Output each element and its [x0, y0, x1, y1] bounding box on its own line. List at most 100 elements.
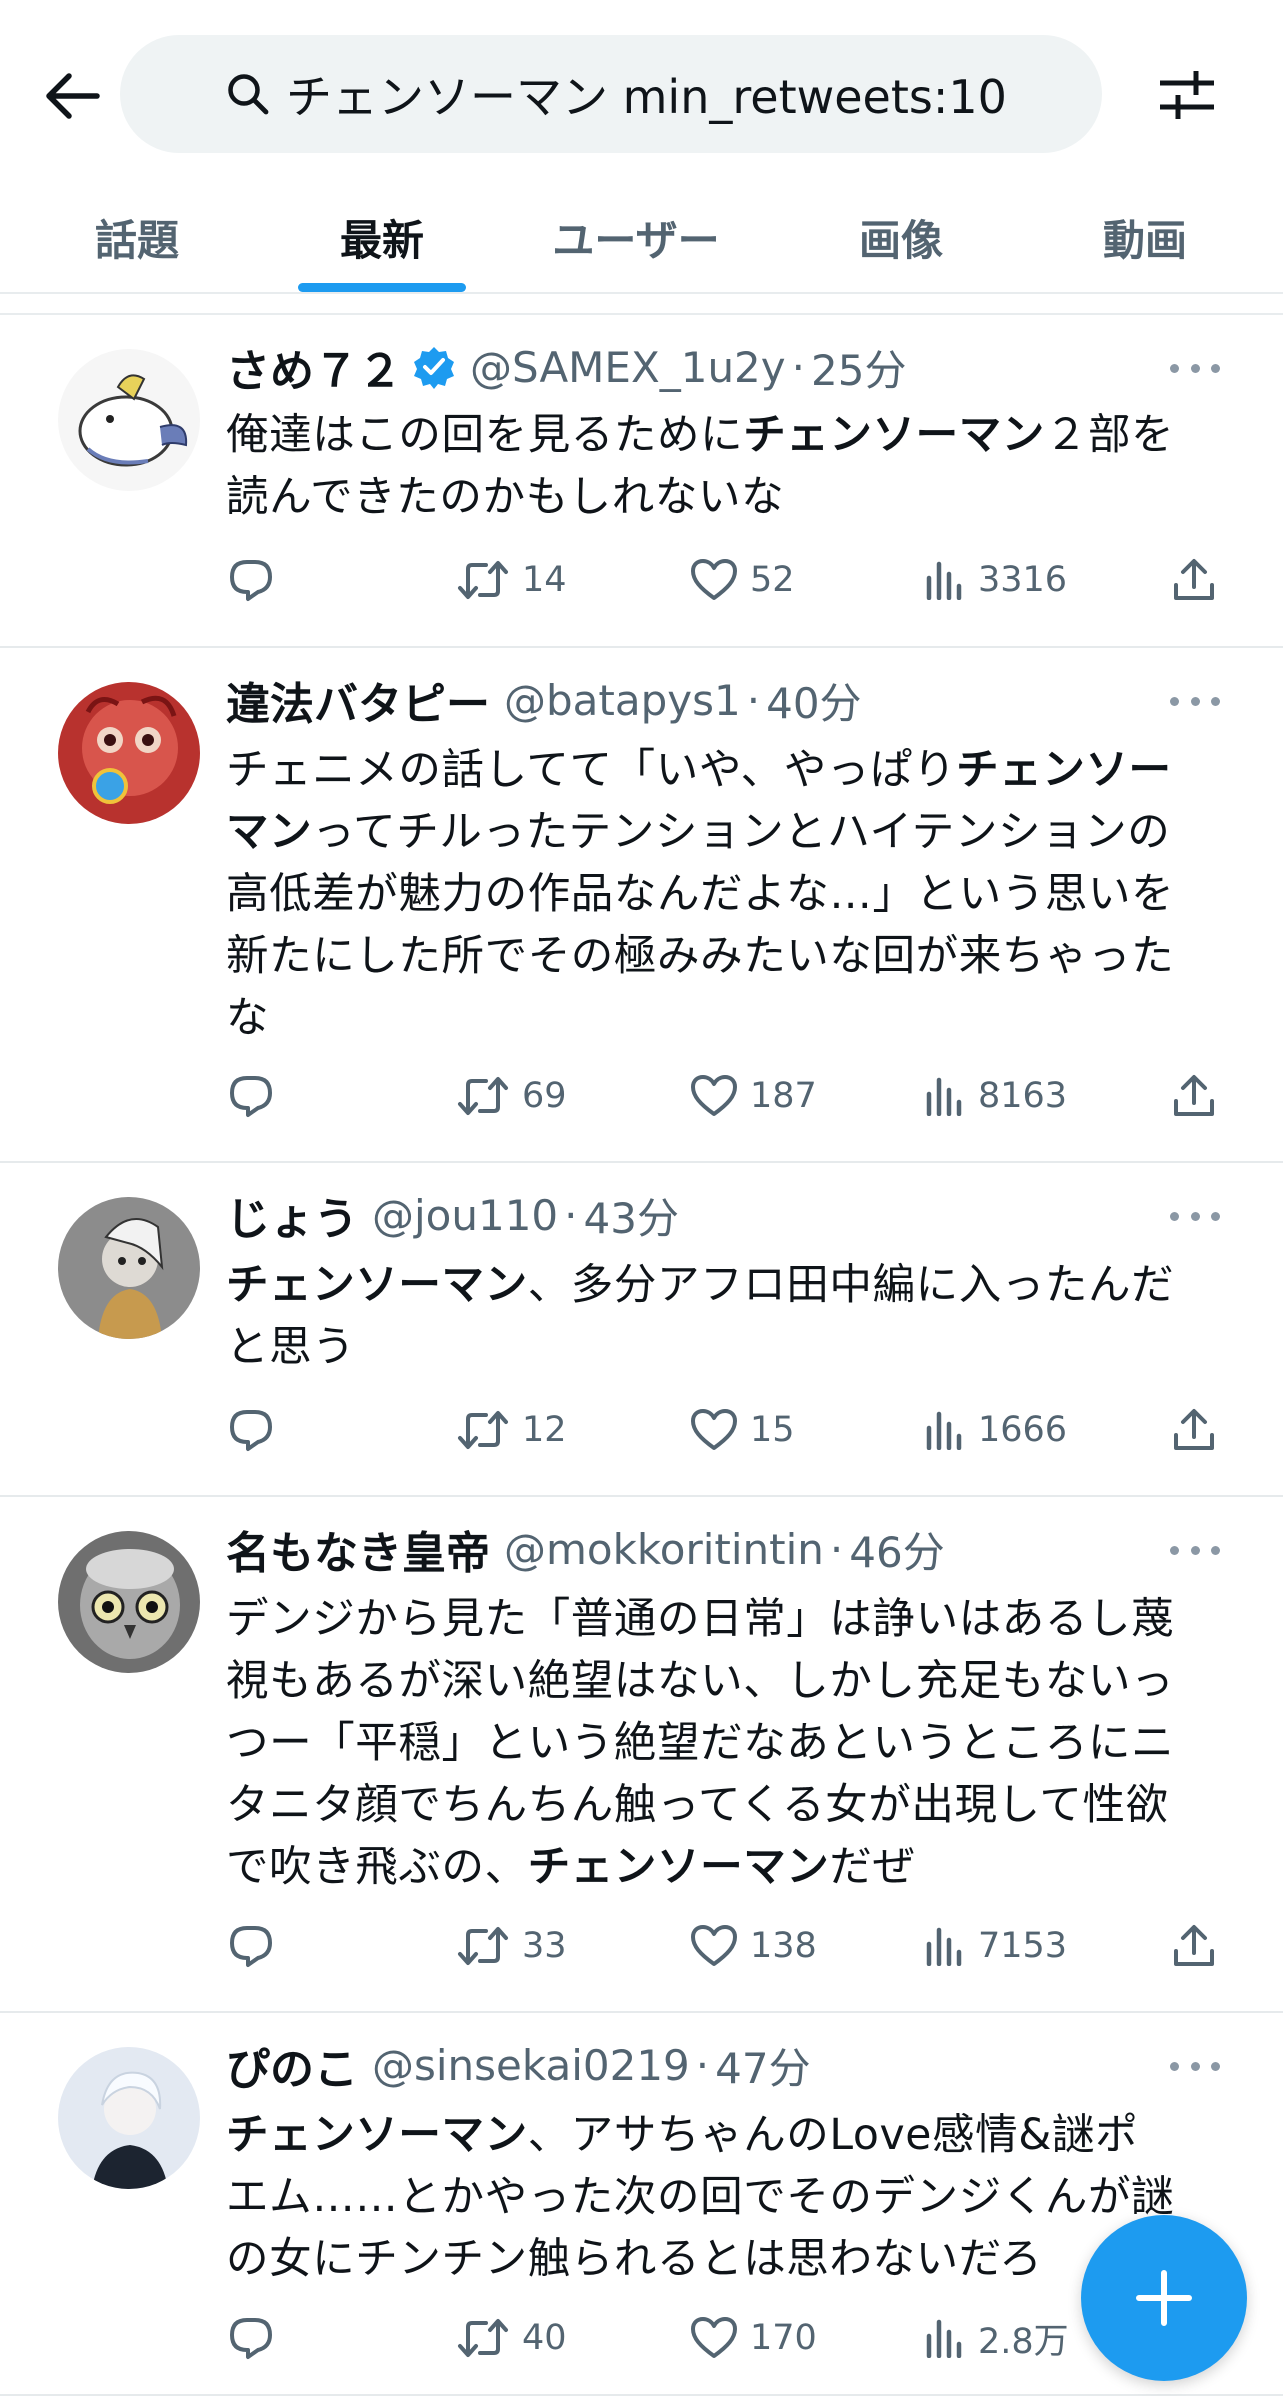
- views-button[interactable]: 7153: [924, 1916, 1067, 1976]
- avatar[interactable]: [58, 1531, 200, 1673]
- reply-button[interactable]: [228, 1400, 274, 1460]
- views-button[interactable]: 8163: [924, 1066, 1067, 1126]
- search-input[interactable]: チェンソーマン min_retweets:10: [286, 61, 1007, 127]
- retweet-button[interactable]: 33: [456, 1916, 567, 1976]
- highlighted-keyword: チェンソーマン: [226, 2111, 528, 2160]
- user-handle[interactable]: @sinsekai0219: [372, 2041, 690, 2090]
- retweet-button[interactable]: 12: [456, 1400, 567, 1460]
- tweet[interactable]: じょう @jou110 · 43分 チェンソーマン、多分アフロ田中編に入ったんだ と思う 1…: [0, 1163, 1283, 1497]
- retweet-button[interactable]: 14: [456, 550, 567, 610]
- views-count: 8163: [978, 1076, 1068, 1116]
- retweet-button[interactable]: 40: [456, 2308, 567, 2368]
- avatar[interactable]: [58, 682, 200, 824]
- tweet[interactable]: ぴのこ @sinsekai0219 · 47分 チェンソーマン、アサちゃんのLove感情…: [0, 2013, 1283, 2396]
- views-button[interactable]: 2.8万: [924, 2308, 1069, 2368]
- views-button[interactable]: 3316: [924, 550, 1067, 610]
- display-name[interactable]: さめ７２: [226, 335, 402, 399]
- tweet-text-line: 新たにした所でその極みみたいな回が来ちゃった: [226, 926, 1226, 988]
- text-segment: チェニメの話してて「いや、やっぱり: [226, 746, 957, 795]
- display-name[interactable]: 名もなき皇帝: [226, 1517, 490, 1581]
- timestamp[interactable]: 47分: [715, 2035, 810, 2096]
- views-count: 7153: [978, 1926, 1068, 1966]
- separator-dot: ·: [791, 342, 805, 392]
- search-header: チェンソーマン min_retweets:10 話題 最新 ユーザー 画像 動画: [0, 0, 1283, 294]
- tweet[interactable]: さめ７２ @SAMEX_1u2y · 25分 俺達はこの回を見るためにチェンソーマン２部…: [0, 315, 1283, 648]
- text-segment: 読んできたのかもしれないな: [226, 473, 785, 522]
- tweet-text-line: 視もあるが深い絶望はない、しかし充足もないっ: [226, 1651, 1226, 1713]
- like-button[interactable]: 15: [690, 1400, 795, 1460]
- tweet-text-line: で吹き飛ぶの、チェンソーマンだぜ: [226, 1837, 1226, 1899]
- tweet-header: さめ７２ @SAMEX_1u2y · 25分: [226, 337, 906, 398]
- search-filter-button[interactable]: [1152, 62, 1222, 128]
- more-dot: [1211, 1211, 1220, 1221]
- plus-icon: [1136, 2270, 1192, 2326]
- views-bar-icon: [926, 1927, 962, 1966]
- search-bar[interactable]: チェンソーマン min_retweets:10: [120, 35, 1102, 153]
- share-icon: [1174, 1409, 1214, 1450]
- more-options-button[interactable]: [1170, 1535, 1220, 1565]
- more-options-button[interactable]: [1170, 686, 1220, 716]
- avatar[interactable]: [58, 349, 200, 491]
- tweet-header: 違法バタピー @batapys1 · 40分: [226, 670, 862, 731]
- tab-photos[interactable]: 画像: [816, 182, 986, 292]
- heart-icon: [691, 1925, 737, 1966]
- timestamp[interactable]: 25分: [811, 337, 906, 398]
- like-button[interactable]: 187: [690, 1066, 817, 1126]
- text-segment: 、多分アフロ田中編に入ったんだ: [527, 1261, 1175, 1310]
- share-button[interactable]: [1172, 550, 1216, 610]
- share-button[interactable]: [1172, 1916, 1216, 1976]
- display-name[interactable]: じょう: [226, 1183, 358, 1247]
- timestamp[interactable]: 46分: [849, 1519, 944, 1580]
- timestamp[interactable]: 40分: [766, 670, 861, 731]
- more-options-button[interactable]: [1170, 353, 1220, 383]
- reply-button[interactable]: [228, 1066, 274, 1126]
- more-options-button[interactable]: [1170, 2051, 1220, 2081]
- text-segment: と思う: [226, 1323, 356, 1372]
- like-button[interactable]: 138: [690, 1916, 817, 1976]
- tab-people[interactable]: ユーザー: [536, 182, 736, 292]
- text-segment: の女にチンチン触られるとは思わないだろ: [226, 2235, 1043, 2284]
- more-dot: [1170, 2061, 1179, 2071]
- tweet-text-line: の女にチンチン触られるとは思わないだろ: [226, 2229, 1226, 2291]
- share-button[interactable]: [1172, 1066, 1216, 1126]
- retweet-button[interactable]: 69: [456, 1066, 567, 1126]
- tab-latest[interactable]: 最新: [298, 182, 466, 292]
- like-button[interactable]: 52: [690, 550, 795, 610]
- text-segment: 新たにした所でその極みみたいな回が来ちゃった: [226, 932, 1175, 981]
- reply-button[interactable]: [228, 550, 274, 610]
- back-button[interactable]: [38, 62, 106, 130]
- tweet-header: ぴのこ @sinsekai0219 · 47分: [226, 2035, 811, 2096]
- share-icon: [1174, 1075, 1214, 1116]
- views-bar-icon: [926, 1077, 962, 1116]
- more-options-button[interactable]: [1170, 1201, 1220, 1231]
- reply-icon: [230, 560, 272, 601]
- views-button[interactable]: 1666: [924, 1400, 1067, 1460]
- views-bar-icon: [926, 561, 962, 600]
- tweet[interactable]: 違法バタピー @batapys1 · 40分 チェニメの話してて「いや、やっぱりチェンソ…: [0, 648, 1283, 1163]
- timestamp[interactable]: 43分: [584, 1185, 679, 1246]
- more-dot: [1190, 2061, 1200, 2071]
- more-dot: [1190, 1545, 1200, 1555]
- retweets-count: 69: [522, 1076, 567, 1116]
- reply-button[interactable]: [228, 1916, 274, 1976]
- tab-top[interactable]: 話題: [52, 182, 222, 292]
- user-handle[interactable]: @SAMEX_1u2y: [470, 343, 786, 392]
- display-name[interactable]: 違法バタピー: [226, 668, 490, 732]
- share-button[interactable]: [1172, 1400, 1216, 1460]
- user-handle[interactable]: @batapys1: [504, 676, 741, 725]
- tab-videos[interactable]: 動画: [1060, 182, 1230, 292]
- user-handle[interactable]: @jou110: [372, 1191, 558, 1240]
- views-bar-icon: [926, 2319, 962, 2358]
- search-tabs: 話題 最新 ユーザー 画像 動画: [0, 182, 1283, 292]
- compose-tweet-button[interactable]: [1081, 2215, 1247, 2381]
- avatar[interactable]: [58, 1197, 200, 1339]
- likes-count: 170: [750, 2318, 817, 2358]
- user-handle[interactable]: @mokkoritintin: [504, 1525, 824, 1574]
- reply-icon: [230, 1076, 272, 1117]
- like-button[interactable]: 170: [690, 2308, 817, 2368]
- tweet[interactable]: 名もなき皇帝 @mokkoritintin · 46分 デンジから見た「普通の日常」は諍…: [0, 1497, 1283, 2013]
- reply-button[interactable]: [228, 2308, 274, 2368]
- display-name[interactable]: ぴのこ: [226, 2033, 358, 2097]
- avatar[interactable]: [58, 2047, 200, 2189]
- verified-badge-icon: [414, 347, 454, 389]
